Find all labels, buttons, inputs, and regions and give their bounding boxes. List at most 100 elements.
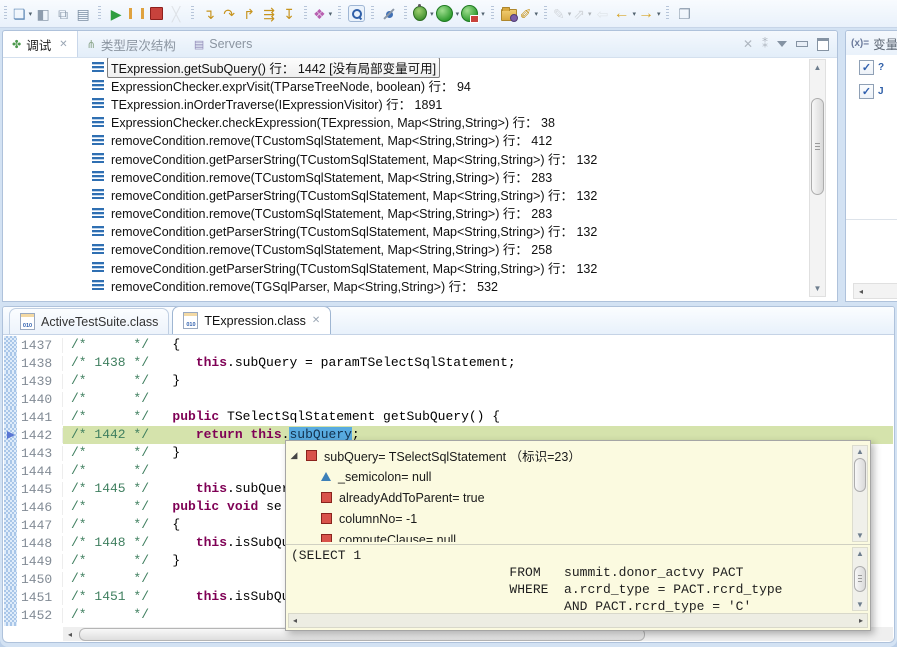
scroll-down-icon[interactable]: ▼ <box>853 530 867 541</box>
debug-view-extra-icon[interactable]: ⁑ <box>762 37 768 51</box>
close-icon[interactable]: ✕ <box>59 39 67 50</box>
popup-tree-scrollbar[interactable]: ▲ ▼ <box>852 445 868 542</box>
back-button[interactable]: ←▾ <box>613 3 636 25</box>
open-artifact-button[interactable] <box>500 3 518 25</box>
chevron-down-icon[interactable]: ▾ <box>329 10 333 18</box>
chevron-down-icon[interactable]: ▾ <box>456 10 460 18</box>
popup-hscrollbar[interactable]: ◂ ▸ <box>288 613 868 628</box>
debug-scrollbar[interactable]: ▲ ▼ <box>809 59 826 297</box>
chevron-down-icon[interactable]: ▾ <box>568 10 572 18</box>
stack-frame-item[interactable]: removeCondition.getParserString(TCustomS… <box>4 185 807 203</box>
stack-frame-item[interactable]: removeCondition.getParserString(TCustomS… <box>4 258 807 276</box>
variable-tree-item[interactable]: columnNo= -1 <box>289 508 849 529</box>
variable-tree-item[interactable]: computeClause= null <box>289 529 849 542</box>
editor-ruler[interactable] <box>4 588 17 606</box>
stack-frame-item[interactable]: removeCondition.getParserString(TCustomS… <box>4 222 807 240</box>
run-button[interactable]: ▾ <box>436 3 460 25</box>
tab-variables[interactable]: (x)= 变量 <box>846 31 897 55</box>
stack-frame-item[interactable]: removeCondition.getParserString(TCustomS… <box>4 149 807 167</box>
stack-frame-item[interactable]: ExpressionChecker.exprVisit(TParseTreeNo… <box>4 76 807 94</box>
scroll-down-icon[interactable]: ▼ <box>810 282 825 295</box>
toggle-watchpoint-button[interactable]: ❖▾ <box>313 3 332 25</box>
chevron-down-icon[interactable]: ▾ <box>657 10 661 18</box>
editor-ruler[interactable] <box>4 462 17 480</box>
editor-ruler[interactable] <box>4 336 17 354</box>
editor-ruler[interactable] <box>4 516 17 534</box>
stack-frame-item[interactable]: TExpression.getSubQuery() 行： 1442 [没有局部变… <box>4 58 807 76</box>
minimize-icon[interactable] <box>796 41 808 47</box>
variables-item[interactable]: ? <box>846 55 897 79</box>
back-disabled-button[interactable]: ⇦ <box>593 3 611 25</box>
popup-detail-scrollbar[interactable]: ▲ ▼ <box>852 547 868 611</box>
editor-ruler[interactable] <box>4 426 17 444</box>
editor-ruler[interactable] <box>4 570 17 588</box>
stack-frame-item[interactable]: removeCondition.remove(TCustomSqlStateme… <box>4 167 807 185</box>
tab-debug[interactable]: ✤ 调试 ✕ <box>3 31 78 57</box>
editor-ruler[interactable] <box>4 480 17 498</box>
chevron-down-icon[interactable]: ▾ <box>481 10 485 18</box>
scroll-right-icon[interactable]: ▸ <box>855 616 867 625</box>
tab-type-hierarchy[interactable]: ⋔ 类型层次结构 <box>78 31 185 57</box>
chevron-down-icon[interactable]: ▾ <box>534 10 538 18</box>
variable-tree-item[interactable]: _semicolon= null <box>289 466 849 487</box>
scroll-up-icon[interactable]: ▲ <box>810 61 825 74</box>
editor-ruler[interactable] <box>4 390 17 408</box>
debug-button[interactable]: ▾ <box>413 3 434 25</box>
stack-frame-item[interactable]: removeCondition.remove(TCustomSqlStateme… <box>4 204 807 222</box>
scrollbar-thumb[interactable] <box>854 566 866 592</box>
variable-tree-item[interactable]: ◢subQuery= TSelectSqlStatement （标识=23） <box>289 445 849 466</box>
inspect-button[interactable] <box>347 3 365 25</box>
variables-item[interactable]: J <box>846 79 897 103</box>
skip-all-breakpoints-button[interactable] <box>380 3 398 25</box>
stack-frame-item[interactable]: removeCondition.remove(TCustomSqlStateme… <box>4 131 807 149</box>
step-over-button[interactable]: ↷ <box>220 3 238 25</box>
variable-tree-item[interactable]: alreadyAddToParent= true <box>289 487 849 508</box>
tab-texpression[interactable]: 010 TExpression.class ✕ <box>172 306 331 334</box>
use-step-filters-button[interactable]: ⇶ <box>260 3 278 25</box>
forward-button[interactable]: →▾ <box>638 3 661 25</box>
suspend-button[interactable] <box>127 3 145 25</box>
save-all-button[interactable]: ⧉ <box>54 3 72 25</box>
checkbox-checked-icon[interactable] <box>859 84 874 99</box>
scrollbar-thumb[interactable] <box>854 458 866 492</box>
scroll-left-icon[interactable]: ◂ <box>289 616 301 625</box>
drop-to-frame-button[interactable]: ↧ <box>280 3 298 25</box>
variables-hscrollbar[interactable]: ◂ <box>853 283 897 299</box>
terminate-button[interactable] <box>147 3 165 25</box>
chevron-down-icon[interactable]: ▾ <box>588 10 592 18</box>
scroll-up-icon[interactable]: ▲ <box>853 548 867 559</box>
scroll-left-icon[interactable]: ◂ <box>63 630 77 639</box>
maximize-icon[interactable] <box>817 38 829 51</box>
chevron-down-icon[interactable]: ▾ <box>632 10 636 18</box>
save-button[interactable]: ◧ <box>34 3 52 25</box>
scrollbar-thumb[interactable] <box>811 98 824 195</box>
editor-ruler[interactable] <box>4 552 17 570</box>
tab-activetestsuite[interactable]: 010 ActiveTestSuite.class <box>9 308 169 334</box>
checkbox-checked-icon[interactable] <box>859 60 874 75</box>
editor-ruler[interactable] <box>4 372 17 390</box>
scroll-up-icon[interactable]: ▲ <box>853 446 867 457</box>
editor-ruler[interactable] <box>4 534 17 552</box>
resume-button[interactable]: ▶ <box>107 3 125 25</box>
view-menu-icon[interactable] <box>777 41 787 47</box>
variable-detail-pane[interactable]: (SELECT 1 FROM summit.donor_actvy PACT W… <box>291 547 849 613</box>
chevron-down-icon[interactable]: ▾ <box>430 10 434 18</box>
scroll-left-icon[interactable]: ◂ <box>854 287 868 296</box>
editor-ruler[interactable] <box>4 408 17 426</box>
step-into-button[interactable]: ↴ <box>200 3 218 25</box>
scroll-down-icon[interactable]: ▼ <box>853 599 867 610</box>
stack-frame-item[interactable]: ExpressionChecker.checkExpression(TExpre… <box>4 113 807 131</box>
expander-icon[interactable]: ◢ <box>289 450 299 461</box>
step-return-button[interactable]: ↱ <box>240 3 258 25</box>
remove-terminated-icon[interactable]: ✕ <box>743 37 753 51</box>
editor-ruler[interactable] <box>4 444 17 462</box>
editor-ruler[interactable] <box>4 354 17 372</box>
tab-servers[interactable]: ▤ Servers <box>185 31 261 57</box>
search-button[interactable]: ✐▾ <box>520 3 538 25</box>
disconnect-button[interactable]: ╳ <box>167 3 185 25</box>
stack-frame-item[interactable]: removeCondition.remove(TCustomSqlStateme… <box>4 240 807 258</box>
run-coverage-button[interactable]: ▾ <box>461 3 485 25</box>
go-into-button[interactable]: ⇗▾ <box>573 3 591 25</box>
restore-window-button[interactable]: ❐ <box>675 3 693 25</box>
stack-frame-item[interactable]: removeCondition.remove(TGSqlParser, Map<… <box>4 276 807 294</box>
